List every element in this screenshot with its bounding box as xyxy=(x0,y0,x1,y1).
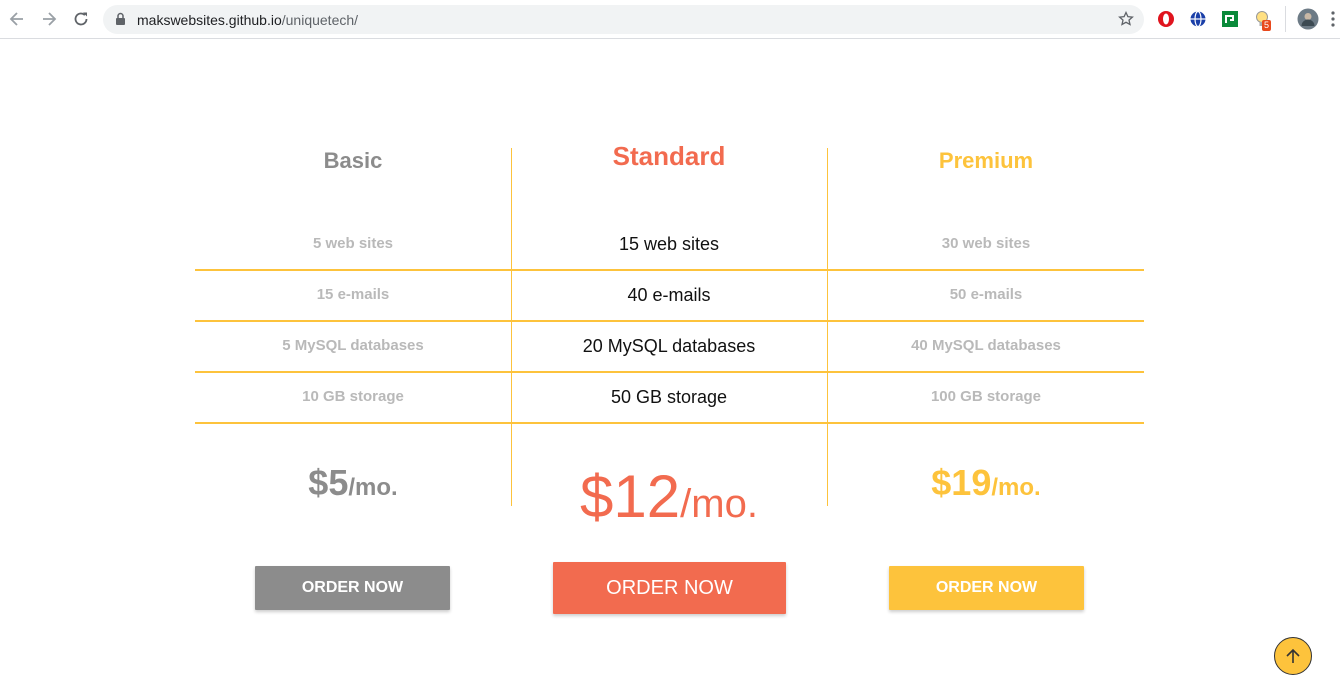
extension-badge: 5 xyxy=(1262,20,1272,31)
feature-databases: 40 MySQL databases xyxy=(911,337,1061,354)
reload-button[interactable] xyxy=(71,9,91,29)
feature-storage: 100 GB storage xyxy=(930,388,1042,405)
row-divider xyxy=(195,320,1144,322)
plan-price: $5/mo. xyxy=(195,462,511,504)
order-now-button[interactable]: ORDER NOW xyxy=(889,566,1084,610)
price-period: /mo. xyxy=(348,474,398,501)
price-period: /mo. xyxy=(680,482,758,526)
bulb-extension-icon[interactable]: 5 xyxy=(1253,10,1275,34)
forward-button[interactable] xyxy=(39,9,59,29)
scroll-to-top-button[interactable] xyxy=(1274,637,1312,675)
bookmark-star-icon[interactable] xyxy=(1118,11,1134,27)
url-text: makswebsites.github.io/uniquetech/ xyxy=(137,12,358,28)
row-divider xyxy=(195,422,1144,424)
feature-databases: 5 MySQL databases xyxy=(282,337,424,354)
order-now-button[interactable]: ORDER NOW xyxy=(255,566,450,610)
price-amount: $12 xyxy=(580,463,681,530)
column-divider xyxy=(827,148,828,506)
feature-storage: 50 GB storage xyxy=(610,387,728,407)
feature-emails: 15 e-mails xyxy=(316,286,390,303)
menu-icon[interactable] xyxy=(1330,11,1336,27)
price-amount: $5 xyxy=(308,462,349,503)
globe-extension-icon[interactable] xyxy=(1189,10,1207,28)
order-now-button[interactable]: ORDER NOW xyxy=(553,562,786,614)
lock-icon xyxy=(116,12,125,25)
feature-emails: 50 e-mails xyxy=(949,286,1023,303)
opera-extension-icon[interactable] xyxy=(1157,10,1175,28)
back-button[interactable] xyxy=(7,9,27,29)
feature-emails: 40 e-mails xyxy=(627,285,711,305)
plan-price: $19/mo. xyxy=(828,462,1144,504)
feature-websites: 15 web sites xyxy=(618,234,720,254)
row-divider xyxy=(195,269,1144,271)
profile-avatar[interactable] xyxy=(1297,8,1319,30)
price-amount: $19 xyxy=(931,462,992,503)
feature-storage: 10 GB storage xyxy=(302,388,404,405)
feature-websites: 30 web sites xyxy=(941,235,1031,252)
feature-databases: 20 MySQL databases xyxy=(582,336,756,356)
url-host: makswebsites.github.io xyxy=(137,12,282,28)
browser-toolbar: makswebsites.github.io/uniquetech/ 5 xyxy=(0,0,1340,39)
toolbar-divider xyxy=(1285,6,1286,32)
address-bar[interactable]: makswebsites.github.io/uniquetech/ xyxy=(103,5,1144,34)
plan-title: Standard xyxy=(612,141,726,171)
feature-websites: 5 web sites xyxy=(312,235,394,252)
arrow-left-icon xyxy=(9,12,23,26)
plan-title: Basic xyxy=(323,148,383,173)
row-divider xyxy=(195,371,1144,373)
url-path: /uniquetech/ xyxy=(281,12,359,28)
plan-title: Premium xyxy=(938,148,1034,173)
green-extension-icon[interactable] xyxy=(1221,10,1239,28)
arrow-right-icon xyxy=(43,12,57,26)
reload-icon xyxy=(74,12,88,26)
column-divider xyxy=(511,148,512,506)
price-period: /mo. xyxy=(991,474,1041,501)
plan-price: $12/mo. xyxy=(511,462,827,531)
arrow-up-icon xyxy=(1286,648,1300,663)
